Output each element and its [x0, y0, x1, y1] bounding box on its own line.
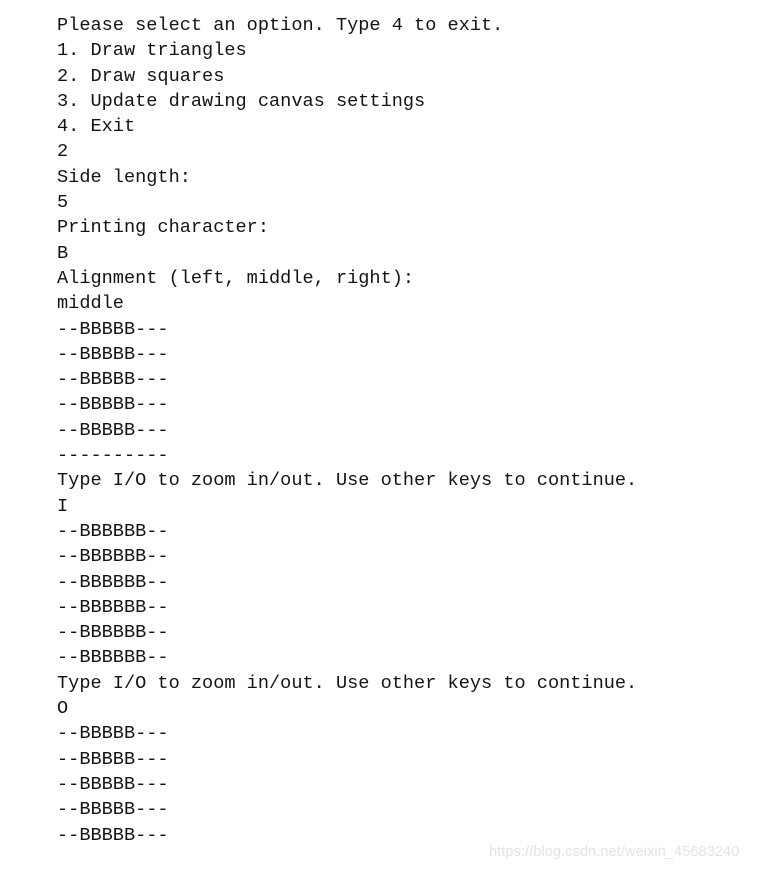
terminal-line: 1. Draw triangles: [57, 40, 247, 62]
terminal-line: Type I/O to zoom in/out. Use other keys …: [57, 672, 638, 694]
terminal-line: 4. Exit: [57, 116, 136, 138]
terminal-line: --BBBBBB--: [57, 647, 169, 669]
terminal-line: --BBBBBB--: [57, 622, 169, 644]
terminal-line: 2: [57, 141, 69, 163]
watermark-text: https://blog.csdn.net/weixin_45683240: [489, 844, 740, 860]
terminal-line: 5: [57, 192, 69, 214]
terminal-line: Type I/O to zoom in/out. Use other keys …: [57, 470, 638, 492]
terminal-line: --BBBBBB--: [57, 520, 169, 542]
terminal-line: Printing character:: [57, 217, 270, 239]
terminal-line: --BBBBB---: [57, 799, 169, 821]
terminal-line: 3. Update drawing canvas settings: [57, 90, 426, 112]
terminal-line: --BBBBB---: [57, 748, 169, 770]
terminal-line: --BBBBB---: [57, 773, 169, 795]
terminal-line: 2. Draw squares: [57, 65, 225, 87]
terminal-line: I: [57, 495, 69, 517]
terminal-output: Please select an option. Type 4 to exit.…: [57, 13, 757, 848]
terminal-line: --BBBBBB--: [57, 546, 169, 568]
terminal-line: --BBBBBB--: [57, 596, 169, 618]
terminal-line: Side length:: [57, 166, 191, 188]
terminal-line: O: [57, 698, 69, 720]
terminal-line: Please select an option. Type 4 to exit.: [57, 15, 504, 36]
terminal-line: --BBBBB---: [57, 723, 169, 745]
terminal-line: B: [57, 242, 69, 264]
terminal-line: --BBBBB---: [57, 318, 169, 340]
terminal-line: --BBBBB---: [57, 394, 169, 416]
terminal-line: --BBBBBB--: [57, 571, 169, 593]
terminal-line: --BBBBB---: [57, 419, 169, 441]
terminal-line: --BBBBB---: [57, 369, 169, 391]
terminal-line: middle: [57, 293, 124, 315]
terminal-line: --BBBBB---: [57, 343, 169, 365]
terminal-line: Alignment (left, middle, right):: [57, 267, 415, 289]
terminal-line: ----------: [57, 445, 169, 467]
